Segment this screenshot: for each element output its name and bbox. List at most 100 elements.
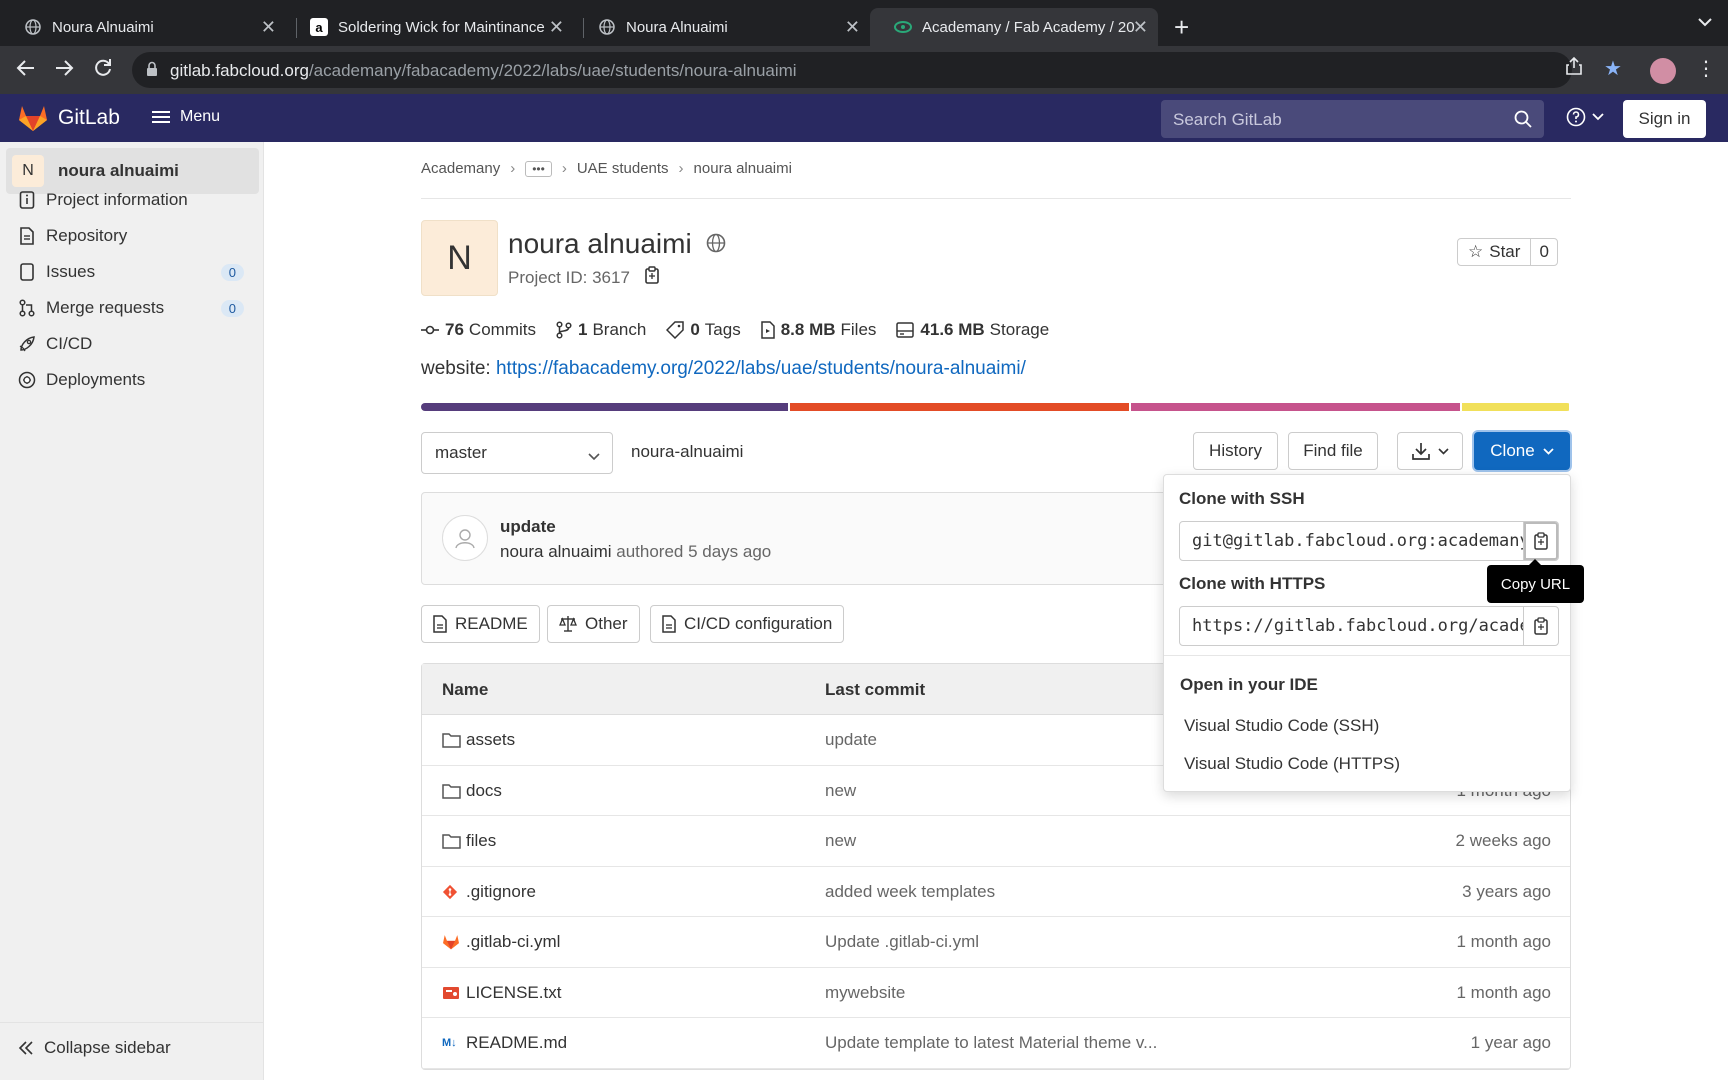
project-stats: 76 Commits 1 Branch 0 Tags 8.8 MB Files 41.6… bbox=[421, 320, 1069, 340]
find-file-button[interactable]: Find file bbox=[1288, 432, 1378, 470]
search-input[interactable]: Search GitLab bbox=[1161, 100, 1544, 138]
star-button[interactable]: ☆ Star 0 bbox=[1457, 238, 1558, 266]
project-id-text: Project ID: 3617 bbox=[508, 267, 630, 287]
issues-count-badge: 0 bbox=[220, 263, 244, 281]
ssh-url-field[interactable]: git@gitlab.fabcloud.org:academany/fabaca… bbox=[1179, 521, 1524, 561]
table-row[interactable]: .gitignore added week templates 3 years … bbox=[422, 867, 1570, 917]
language-segment[interactable] bbox=[421, 403, 788, 411]
table-row[interactable]: LICENSE.txt mywebsite 1 month ago bbox=[422, 968, 1570, 1018]
sidebar-item-repository[interactable]: Repository bbox=[18, 218, 248, 254]
table-row[interactable]: files new 2 weeks ago bbox=[422, 816, 1570, 867]
chevron-down-icon[interactable] bbox=[1698, 14, 1712, 32]
branches-stat[interactable]: 1 Branch bbox=[556, 320, 646, 340]
readme-button[interactable]: README bbox=[421, 605, 540, 643]
last-commit-message[interactable]: Update .gitlab-ci.yml bbox=[825, 932, 979, 952]
browser-tab[interactable]: Noura Alnuaimi ✕ bbox=[0, 8, 286, 46]
sidebar-project-name: noura alnuaimi bbox=[58, 161, 179, 180]
last-commit-message[interactable]: added week templates bbox=[825, 882, 995, 902]
deploy-icon bbox=[18, 371, 36, 389]
avatar[interactable] bbox=[442, 515, 488, 561]
bookmark-star-icon[interactable]: ★ bbox=[1604, 56, 1622, 81]
history-button[interactable]: History bbox=[1193, 432, 1278, 470]
last-commit-message[interactable]: new bbox=[825, 781, 856, 801]
commit-author[interactable]: noura alnuaimi bbox=[500, 542, 612, 561]
commit-message[interactable]: update bbox=[500, 517, 556, 537]
folder-icon bbox=[442, 732, 462, 748]
language-segment[interactable] bbox=[789, 403, 1129, 411]
repository-path[interactable]: noura-alnuaimi bbox=[631, 442, 743, 462]
chevron-down-icon bbox=[588, 446, 600, 466]
clone-button[interactable]: Clone bbox=[1474, 432, 1570, 470]
document-icon bbox=[18, 227, 36, 245]
back-icon[interactable] bbox=[16, 58, 36, 83]
forward-icon[interactable] bbox=[54, 58, 74, 83]
project-id: Project ID: 3617 bbox=[508, 266, 660, 289]
table-row[interactable]: .gitlab-ci.yml Update .gitlab-ci.yml 1 m… bbox=[422, 917, 1570, 968]
close-icon[interactable]: ✕ bbox=[549, 18, 564, 36]
clipboard-icon[interactable] bbox=[644, 266, 660, 289]
tab-title: Academany / Fab Academy / 2022 bbox=[922, 18, 1134, 36]
more-vert-icon[interactable]: ⋮ bbox=[1696, 56, 1716, 81]
reload-icon[interactable] bbox=[93, 58, 113, 83]
git-icon bbox=[442, 884, 462, 900]
license-button[interactable]: Other bbox=[547, 605, 640, 643]
copy-ssh-url-button[interactable] bbox=[1523, 521, 1559, 561]
last-commit-message[interactable]: update bbox=[825, 730, 877, 750]
open-in-ide-heading: Open in your IDE bbox=[1180, 675, 1318, 694]
browser-tabbar: Noura Alnuaimi ✕ a Soldering Wick for Ma… bbox=[0, 0, 1728, 46]
browser-tab[interactable]: a Soldering Wick for Maintinance ✕ bbox=[286, 8, 574, 46]
sidebar-item-deployments[interactable]: Deployments bbox=[18, 362, 248, 398]
copy-https-url-button[interactable] bbox=[1523, 606, 1559, 646]
close-icon[interactable]: ✕ bbox=[261, 18, 276, 36]
browser-tab[interactable]: Noura Alnuaimi ✕ bbox=[574, 8, 870, 46]
address-bar-row: gitlab.fabcloud.org/academany/fabacademy… bbox=[0, 46, 1728, 94]
project-title: noura alnuaimi bbox=[508, 228, 692, 259]
chevron-down-icon bbox=[1592, 113, 1604, 121]
globe-icon bbox=[24, 18, 42, 36]
star-count[interactable]: 0 bbox=[1531, 239, 1556, 265]
files-stat[interactable]: 8.8 MB Files bbox=[760, 320, 876, 340]
close-icon[interactable]: ✕ bbox=[845, 18, 860, 36]
close-icon[interactable]: ✕ bbox=[1133, 18, 1148, 36]
breadcrumb-expand-button[interactable]: ••• bbox=[525, 160, 552, 177]
open-vscode-ssh[interactable]: Visual Studio Code (SSH) bbox=[1184, 716, 1379, 736]
language-segment[interactable] bbox=[1130, 403, 1460, 411]
open-vscode-https[interactable]: Visual Studio Code (HTTPS) bbox=[1184, 754, 1400, 774]
sidebar-item-project-information[interactable]: Project information bbox=[18, 182, 248, 218]
last-commit-message[interactable]: mywebsite bbox=[825, 983, 905, 1003]
collapse-sidebar-button[interactable]: Collapse sidebar bbox=[18, 1038, 171, 1058]
branch-icon bbox=[556, 321, 572, 339]
browser-tab-active[interactable]: Academany / Fab Academy / 2022 ✕ bbox=[870, 8, 1158, 46]
last-commit-message[interactable]: Update template to latest Material theme… bbox=[825, 1033, 1157, 1053]
sidebar-item-merge-requests[interactable]: Merge requests 0 bbox=[18, 290, 248, 326]
commits-stat[interactable]: 76 Commits bbox=[421, 320, 536, 340]
breadcrumb-item[interactable]: Academany bbox=[421, 160, 500, 177]
help-menu[interactable] bbox=[1566, 107, 1604, 127]
sidebar-item-ci-cd[interactable]: CI/CD bbox=[18, 326, 248, 362]
fab-icon bbox=[894, 18, 912, 36]
repository-languages-bar[interactable] bbox=[421, 403, 1571, 411]
gitlab-logo[interactable]: GitLab bbox=[18, 104, 120, 132]
sidebar-item-label: Repository bbox=[46, 226, 128, 245]
table-row[interactable]: M↓ README.md Update template to latest Ma… bbox=[422, 1018, 1570, 1069]
website-link[interactable]: https://fabacademy.org/2022/labs/uae/stu… bbox=[496, 358, 1026, 379]
issues-icon bbox=[18, 263, 36, 281]
tags-stat[interactable]: 0 Tags bbox=[666, 320, 741, 340]
sidebar-item-label: Project information bbox=[46, 190, 188, 209]
url-bar[interactable]: gitlab.fabcloud.org/academany/fabacademy… bbox=[132, 52, 1572, 88]
language-segment[interactable] bbox=[1461, 403, 1569, 411]
merge-requests-count-badge: 0 bbox=[220, 299, 244, 317]
branch-selector[interactable]: master bbox=[421, 432, 613, 474]
share-icon[interactable] bbox=[1566, 56, 1582, 82]
https-url-field[interactable]: https://gitlab.fabcloud.org/academany/fa… bbox=[1179, 606, 1524, 646]
new-tab-icon[interactable]: + bbox=[1174, 12, 1189, 43]
breadcrumb-item[interactable]: UAE students bbox=[577, 160, 669, 177]
ci-cd-configuration-button[interactable]: CI/CD configuration bbox=[650, 605, 845, 643]
download-button[interactable] bbox=[1397, 432, 1463, 470]
sidebar-item-issues[interactable]: Issues 0 bbox=[18, 254, 248, 290]
last-commit-message[interactable]: new bbox=[825, 831, 856, 851]
menu-button[interactable]: Menu bbox=[152, 108, 220, 126]
sign-in-button[interactable]: Sign in bbox=[1623, 100, 1706, 138]
breadcrumb-item[interactable]: noura alnuaimi bbox=[694, 160, 792, 177]
avatar[interactable] bbox=[1650, 58, 1676, 84]
